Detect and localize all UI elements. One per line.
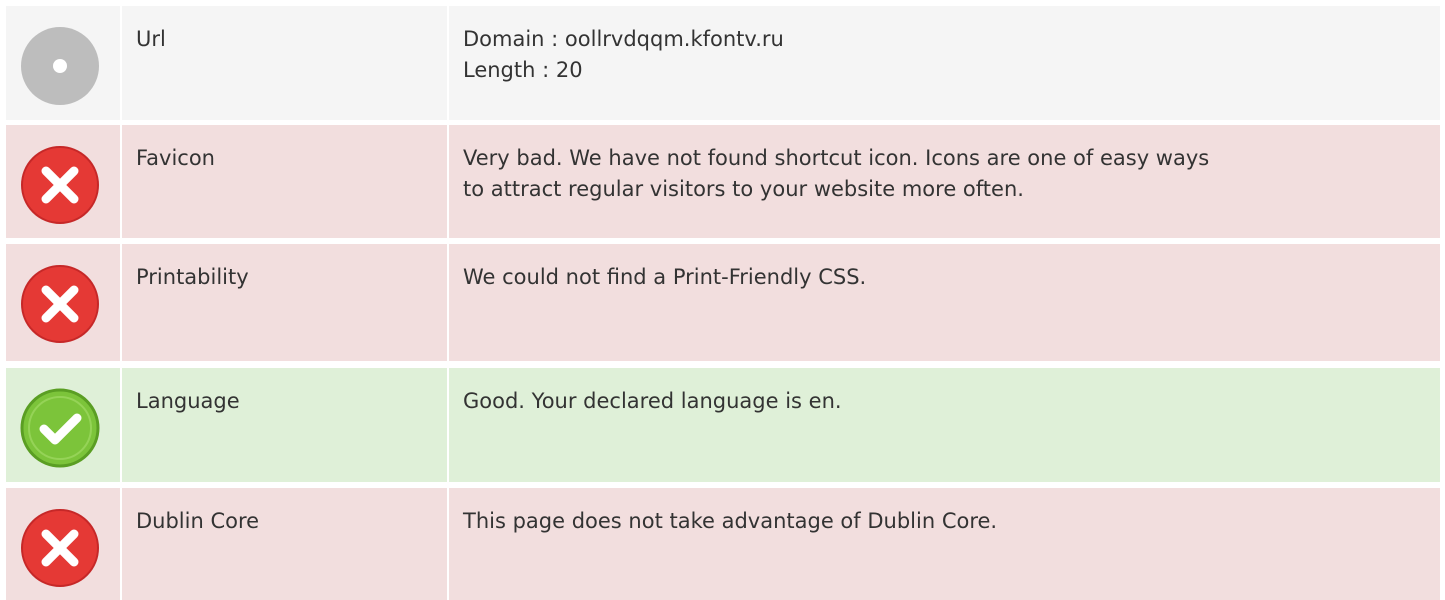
- error-x-icon: [20, 508, 100, 588]
- row-value-cell: This page does not take advantage of Dub…: [449, 488, 1440, 600]
- row-value-cell: Good. Your declared language is en.: [449, 368, 1440, 482]
- row-label: Dublin Core: [136, 509, 260, 533]
- row-label: Url: [136, 27, 166, 51]
- row-label: Favicon: [136, 146, 215, 170]
- row-value-cell: Domain : oollrvdqqm.kfontv.ru Length : 2…: [449, 6, 1440, 120]
- row-value-cell: We could not find a Print-Friendly CSS.: [449, 244, 1440, 361]
- row-value-line: We could not find a Print-Friendly CSS.: [463, 265, 867, 289]
- row-value-line: Domain : oollrvdqqm.kfontv.ru: [463, 27, 784, 51]
- check-icon: [20, 388, 100, 468]
- row-value-line: Length : 20: [463, 58, 583, 82]
- row-value-line: to attract regular visitors to your webs…: [463, 177, 1024, 201]
- row-value-line: This page does not take advantage of Dub…: [463, 509, 998, 533]
- status-cell: [6, 125, 120, 238]
- row-value-line: Very bad. We have not found shortcut ico…: [463, 146, 1210, 170]
- seo-report-table: Url Domain : oollrvdqqm.kfontv.ru Length…: [0, 0, 1445, 600]
- report-row-printability: Printability We could not find a Print-F…: [0, 244, 1440, 361]
- error-x-icon: [20, 264, 100, 344]
- status-cell: [6, 244, 120, 361]
- report-row-dublin-core: Dublin Core This page does not take adva…: [0, 488, 1440, 600]
- row-label: Printability: [136, 265, 249, 289]
- row-value-cell: Very bad. We have not found shortcut ico…: [449, 125, 1440, 238]
- report-row-language: Language Good. Your declared language is…: [0, 368, 1440, 482]
- row-label: Language: [136, 389, 240, 413]
- error-x-icon: [20, 145, 100, 225]
- status-cell: [6, 368, 120, 482]
- report-row-url: Url Domain : oollrvdqqm.kfontv.ru Length…: [0, 6, 1440, 120]
- row-label-cell: Printability: [122, 244, 447, 361]
- row-label-cell: Language: [122, 368, 447, 482]
- status-cell: [6, 488, 120, 600]
- report-row-favicon: Favicon Very bad. We have not found shor…: [0, 125, 1440, 238]
- row-value-line: Good. Your declared language is en.: [463, 389, 842, 413]
- row-label-cell: Favicon: [122, 125, 447, 238]
- row-label-cell: Url: [122, 6, 447, 120]
- info-dot-icon: [20, 26, 100, 106]
- row-label-cell: Dublin Core: [122, 488, 447, 600]
- status-cell: [6, 6, 120, 120]
